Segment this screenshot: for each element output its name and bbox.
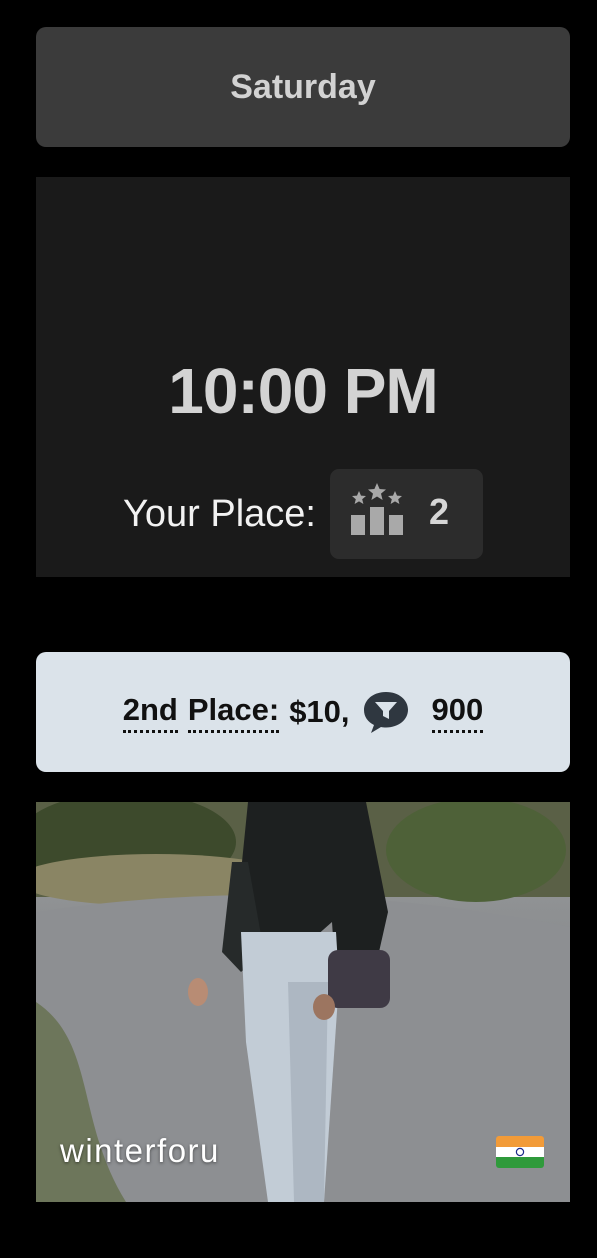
your-place-label: Your Place: — [123, 492, 316, 535]
prize-place-suffix: Place: — [187, 692, 280, 733]
entry-photo-card[interactable]: winterforu — [36, 802, 570, 1202]
prize-place-word: 2nd — [122, 692, 178, 733]
your-place-row: Your Place: 2 — [36, 469, 570, 559]
event-time: 10:00 PM — [168, 355, 438, 427]
prize-amount-suffix: 900 — [431, 692, 484, 733]
place-badge[interactable]: 2 — [329, 469, 483, 559]
prize-banner[interactable]: 2nd Place: $10, 900 — [36, 652, 570, 772]
your-place-value: 2 — [428, 491, 449, 532]
time-card: 10:00 PM Your Place: 2 — [36, 177, 570, 577]
day-header[interactable]: Saturday — [36, 27, 570, 147]
india-flag-icon — [496, 1136, 544, 1168]
entry-username: winterforu — [60, 1132, 220, 1169]
prize-amount-prefix: $10, — [289, 694, 350, 729]
day-label: Saturday — [230, 67, 376, 106]
chat-filter-icon — [363, 692, 408, 733]
podium-stars-icon — [350, 483, 403, 535]
